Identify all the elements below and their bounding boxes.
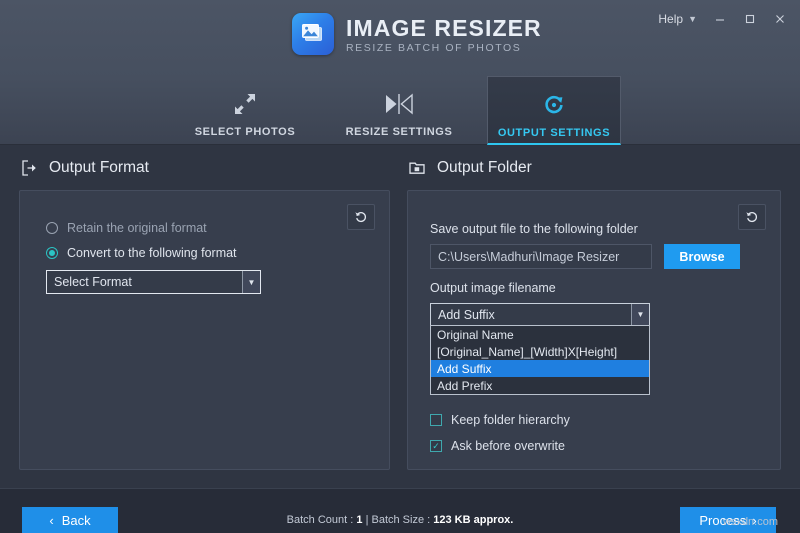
app-branding: IMAGE RESIZER RESIZE BATCH OF PHOTOS: [292, 13, 542, 55]
dropdown-option-name-width-height[interactable]: [Original_Name]_[Width]X[Height]: [431, 343, 649, 360]
checkbox-indicator: ✓: [430, 440, 442, 452]
select-format-dropdown[interactable]: Select Format ▼: [46, 270, 261, 294]
minimize-button[interactable]: [706, 7, 734, 31]
tab-label: OUTPUT SETTINGS: [498, 127, 610, 139]
settings-body: Output Format Retain the original format…: [0, 145, 800, 488]
tab-label: RESIZE SETTINGS: [346, 126, 453, 138]
batch-count-value: 1: [356, 514, 362, 526]
maximize-icon: [744, 13, 756, 25]
save-output-label: Save output file to the following folder: [430, 222, 638, 236]
output-format-heading: Output Format: [20, 159, 149, 177]
chevron-down-icon[interactable]: ▼: [631, 304, 649, 325]
window-controls: Help ▼: [651, 6, 794, 32]
tab-output-settings[interactable]: OUTPUT SETTINGS: [487, 76, 621, 145]
status-divider: |: [366, 514, 369, 526]
section-title: Output Folder: [437, 159, 532, 177]
reset-icon: [745, 210, 759, 224]
radio-indicator: [46, 222, 58, 234]
minimize-icon: [714, 13, 726, 25]
checkbox-label: Ask before overwrite: [451, 439, 565, 453]
image-resizer-app-icon: [292, 13, 334, 55]
maximize-button[interactable]: [736, 7, 764, 31]
output-folder-heading: Output Folder: [408, 159, 532, 177]
radio-convert-to-format[interactable]: Convert to the following format: [46, 246, 237, 260]
reset-icon: [354, 210, 368, 224]
dropdown-option-add-suffix[interactable]: Add Suffix: [431, 360, 649, 377]
image-resizer-window: Help ▼: [0, 0, 800, 533]
close-button[interactable]: [766, 7, 794, 31]
batch-size-label: Batch Size :: [371, 514, 430, 526]
import-folder-icon: [408, 159, 426, 177]
brand-text: IMAGE RESIZER RESIZE BATCH OF PHOTOS: [346, 14, 542, 54]
checkbox-label: Keep folder hierarchy: [451, 413, 570, 427]
output-filename-option-list[interactable]: Original Name [Original_Name]_[Width]X[H…: [430, 325, 650, 395]
resize-horizontal-icon: [384, 89, 414, 119]
output-format-reset-button[interactable]: [347, 204, 375, 230]
help-label: Help: [658, 12, 683, 26]
dropdown-option-original-name[interactable]: Original Name: [431, 326, 649, 343]
tab-label: SELECT PHOTOS: [195, 126, 296, 138]
close-icon: [774, 13, 786, 25]
radio-indicator: [46, 247, 58, 259]
output-folder-reset-button[interactable]: [738, 204, 766, 230]
window-header: Help ▼: [0, 0, 800, 145]
main-tabs: SELECT PHOTOS RESIZE SETTINGS: [0, 76, 800, 145]
app-title: IMAGE RESIZER: [346, 16, 542, 40]
output-format-card: Retain the original format Convert to th…: [19, 190, 390, 470]
check-tick-icon: ✓: [432, 442, 440, 451]
radio-retain-original-format[interactable]: Retain the original format: [46, 221, 207, 235]
radio-label: Retain the original format: [67, 221, 207, 235]
app-subtitle: RESIZE BATCH OF PHOTOS: [346, 42, 542, 54]
dropdown-option-add-prefix[interactable]: Add Prefix: [431, 377, 649, 394]
output-filename-value: Add Suffix: [431, 304, 631, 325]
batch-size-value: 123 KB approx.: [433, 514, 513, 526]
circular-refresh-icon: [542, 90, 566, 120]
tab-resize-settings[interactable]: RESIZE SETTINGS: [333, 76, 465, 145]
checkbox-ask-before-overwrite[interactable]: ✓ Ask before overwrite: [430, 439, 565, 453]
export-icon: [20, 159, 38, 177]
select-format-value: Select Format: [47, 271, 242, 293]
chevron-down-icon[interactable]: ▼: [242, 271, 260, 293]
expand-arrows-icon: [233, 89, 257, 119]
output-filename-dropdown[interactable]: Add Suffix ▼: [430, 303, 650, 326]
output-path-input[interactable]: C:\Users\Madhuri\Image Resizer: [430, 244, 652, 269]
help-menu-button[interactable]: Help ▼: [651, 8, 704, 30]
tab-select-photos[interactable]: SELECT PHOTOS: [179, 76, 311, 145]
chevron-down-icon: ▼: [688, 15, 697, 24]
section-title: Output Format: [49, 159, 149, 177]
checkbox-keep-folder-hierarchy[interactable]: Keep folder hierarchy: [430, 413, 570, 427]
checkbox-indicator: [430, 414, 442, 426]
radio-label: Convert to the following format: [67, 246, 237, 260]
batch-count-label: Batch Count :: [287, 514, 354, 526]
output-folder-card: Save output file to the following folder…: [407, 190, 781, 470]
watermark: wsxdn.com: [723, 516, 778, 528]
browse-button[interactable]: Browse: [664, 244, 740, 269]
output-filename-label: Output image filename: [430, 281, 556, 295]
